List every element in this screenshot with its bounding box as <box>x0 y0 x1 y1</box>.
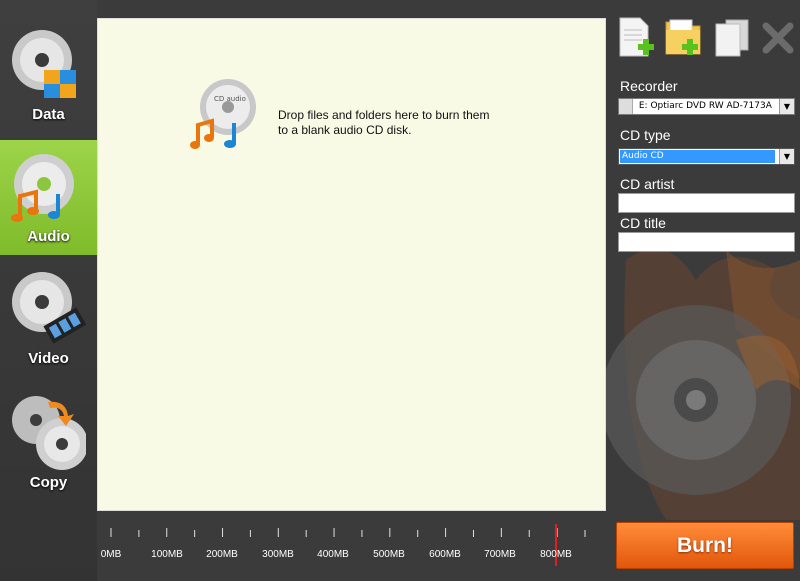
add-folder-icon <box>665 19 701 55</box>
cd-type-select[interactable]: Audio CD ▼ <box>618 148 795 165</box>
cd-type-label: CD type <box>620 127 671 143</box>
sidebar-item-label: Audio <box>27 228 70 245</box>
sidebar: Data Audio Video Copy <box>0 0 97 581</box>
ruler-label: 200MB <box>206 549 238 560</box>
recorder-value: E: Optiarc DVD RW AD-7173A <box>638 101 772 111</box>
cd-artist-label: CD artist <box>620 176 675 192</box>
drop-message-line2: to a blank audio CD disk. <box>278 123 412 137</box>
cd-type-value: Audio CD <box>620 150 775 163</box>
ruler-ticks <box>110 524 586 566</box>
drive-icon <box>619 99 633 114</box>
cd-icon-label: CD audio <box>214 95 246 103</box>
remove-icon <box>762 22 794 54</box>
audio-cd-icon: CD audio <box>190 79 256 149</box>
sidebar-item-label: Copy <box>29 474 68 491</box>
ruler-label: 500MB <box>373 549 405 560</box>
ruler-label: 600MB <box>429 549 461 560</box>
video-disc-icon <box>12 272 86 344</box>
ruler-label: 800MB <box>540 549 572 560</box>
drop-message-line1: Drop files and folders here to burn them <box>278 108 490 122</box>
recorder-select[interactable]: E: Optiarc DVD RW AD-7173A ▼ <box>618 98 795 115</box>
cd-title-label: CD title <box>620 215 666 231</box>
add-file-button[interactable] <box>616 16 656 58</box>
sidebar-item-label: Data <box>32 106 65 123</box>
ruler-label: 300MB <box>262 549 294 560</box>
audio-disc-icon <box>11 154 74 222</box>
sidebar-item-label: Video <box>28 350 69 367</box>
add-file-icon <box>619 17 654 57</box>
cd-title-input[interactable] <box>618 232 795 252</box>
add-folder-button[interactable] <box>664 16 704 58</box>
drop-instructions: Drop files and folders here to burn them… <box>278 108 528 138</box>
chevron-down-icon[interactable]: ▼ <box>779 149 794 164</box>
burn-button[interactable]: Burn! <box>616 522 794 569</box>
cd-artist-input[interactable] <box>618 193 795 213</box>
copy-disc-icon <box>12 396 86 470</box>
flaming-disc-art <box>606 248 800 520</box>
sidebar-item-audio[interactable]: Audio <box>0 140 97 255</box>
copy-files-button[interactable] <box>712 16 752 58</box>
disc-size-ruler: 0MB 100MB 200MB 300MB 400MB 500MB 600MB … <box>97 518 606 568</box>
toolbar <box>616 16 800 60</box>
ruler-label: 700MB <box>484 549 516 560</box>
ruler-label: 100MB <box>151 549 183 560</box>
chevron-down-icon[interactable]: ▼ <box>779 99 794 114</box>
data-disc-icon <box>12 30 76 98</box>
drop-zone[interactable]: CD audio Drop files and folders here to … <box>97 18 606 511</box>
copy-files-icon <box>715 19 749 57</box>
ruler-label: 0MB <box>100 549 122 560</box>
sidebar-item-data[interactable]: Data <box>0 18 97 133</box>
right-panel: Recorder E: Optiarc DVD RW AD-7173A ▼ CD… <box>606 0 800 581</box>
remove-button[interactable] <box>758 16 798 58</box>
sidebar-item-video[interactable]: Video <box>0 262 97 377</box>
recorder-label: Recorder <box>620 78 678 94</box>
ruler-label: 400MB <box>317 549 349 560</box>
sidebar-item-copy[interactable]: Copy <box>0 386 97 501</box>
